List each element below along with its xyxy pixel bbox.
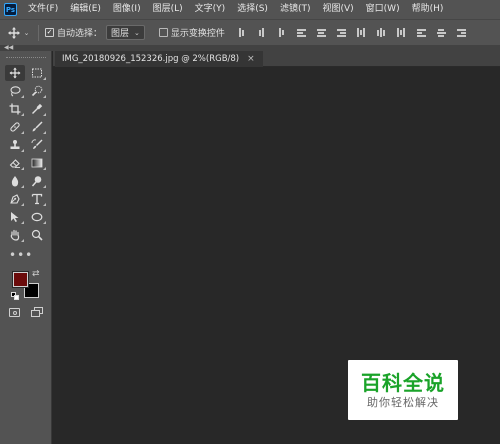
- marquee-tool-icon[interactable]: [27, 65, 47, 81]
- document-tab[interactable]: IMG_20180926_152326.jpg @ 2%(RGB/8) ×: [55, 51, 263, 67]
- blur-tool-icon[interactable]: [5, 173, 25, 189]
- clone-stamp-tool-icon[interactable]: [5, 137, 25, 153]
- foreground-color-swatch[interactable]: [12, 271, 29, 288]
- chevron-down-icon: ⌄: [134, 28, 140, 37]
- screen-mode-icon[interactable]: [31, 307, 44, 318]
- crop-tool-icon[interactable]: [5, 101, 25, 117]
- brush-tool-icon[interactable]: [27, 119, 47, 135]
- menu-bar: Ps 文件(F) 编辑(E) 图像(I) 图层(L) 文字(Y) 选择(S) 滤…: [0, 0, 500, 19]
- distribute-top-icon[interactable]: [357, 28, 366, 38]
- distribute-bottom-icon[interactable]: [397, 28, 406, 38]
- move-tool-icon[interactable]: [5, 65, 25, 81]
- path-select-tool-icon[interactable]: [5, 209, 25, 225]
- menu-select[interactable]: 选择(S): [231, 0, 274, 19]
- align-right-icon[interactable]: [336, 28, 346, 38]
- distribute-vcenter-icon[interactable]: [377, 28, 386, 38]
- distribute-right-icon[interactable]: [456, 28, 466, 38]
- collapse-arrows-icon[interactable]: ◀◀: [4, 44, 13, 51]
- distribute-hcenter-icon[interactable]: [436, 28, 446, 38]
- document-tab-title: IMG_20180926_152326.jpg @ 2%(RGB/8): [62, 54, 240, 64]
- move-icon: [7, 26, 20, 39]
- panel-grip[interactable]: [6, 57, 46, 59]
- photoshop-logo-icon[interactable]: Ps: [4, 3, 17, 16]
- show-transform-label: 显示变换控件: [170, 29, 225, 39]
- auto-select-label: 自动选择：: [57, 29, 103, 39]
- align-buttons: [237, 28, 477, 38]
- eraser-tool-icon[interactable]: [5, 155, 25, 171]
- auto-select-target-value: 图层: [111, 29, 130, 39]
- hand-tool-icon[interactable]: [5, 227, 25, 243]
- menu-type[interactable]: 文字(Y): [189, 0, 232, 19]
- show-transform-checkbox[interactable]: [158, 28, 168, 37]
- swap-colors-icon[interactable]: ⇄: [32, 269, 40, 279]
- menu-layer[interactable]: 图层(L): [147, 0, 189, 19]
- chevron-down-icon: ⌄: [23, 28, 30, 37]
- quick-select-tool-icon[interactable]: [27, 83, 47, 99]
- align-hcenter-icon[interactable]: [316, 28, 326, 38]
- healing-brush-tool-icon[interactable]: [5, 119, 25, 135]
- separator: [38, 24, 39, 41]
- pen-tool-icon[interactable]: [5, 191, 25, 207]
- eyedropper-tool-icon[interactable]: [27, 101, 47, 117]
- menu-window[interactable]: 窗口(W): [360, 0, 406, 19]
- options-bar: ⌄ ✓ 自动选择： 图层 ⌄ 显示变换控件: [0, 19, 500, 45]
- auto-select-target-dropdown[interactable]: 图层 ⌄: [106, 25, 145, 40]
- menu-help[interactable]: 帮助(H): [406, 0, 450, 19]
- menu-view[interactable]: 视图(V): [316, 0, 359, 19]
- align-bottom-icon[interactable]: [277, 28, 286, 38]
- ellipse-tool-icon[interactable]: [27, 209, 47, 225]
- align-vcenter-icon[interactable]: [257, 28, 266, 38]
- align-top-icon[interactable]: [237, 28, 246, 38]
- watermark-subtitle: 助你轻松解决: [367, 395, 439, 409]
- dodge-tool-icon[interactable]: [27, 173, 47, 189]
- watermark-title: 百科全说: [361, 370, 445, 395]
- menu-edit[interactable]: 编辑(E): [64, 0, 107, 19]
- gradient-tool-icon[interactable]: [27, 155, 47, 171]
- menu-image[interactable]: 图像(I): [107, 0, 147, 19]
- watermark: 百科全说 助你轻松解决: [348, 360, 458, 420]
- lasso-tool-icon[interactable]: [5, 83, 25, 99]
- close-icon[interactable]: ×: [247, 51, 255, 67]
- type-tool-icon[interactable]: [27, 191, 47, 207]
- tools-panel: ••• ⇄: [0, 51, 52, 444]
- document-tab-strip: IMG_20180926_152326.jpg @ 2%(RGB/8) ×: [53, 51, 500, 67]
- history-brush-tool-icon[interactable]: [27, 137, 47, 153]
- default-colors-icon[interactable]: [11, 292, 19, 300]
- menu-file[interactable]: 文件(F): [22, 0, 64, 19]
- auto-select-checkbox[interactable]: ✓: [45, 28, 54, 37]
- tool-preset-picker[interactable]: ⌄: [4, 26, 32, 40]
- edit-toolbar-more-icon[interactable]: •••: [9, 249, 33, 261]
- align-left-icon[interactable]: [296, 28, 306, 38]
- quick-mask-icon[interactable]: [9, 308, 20, 317]
- menu-filter[interactable]: 滤镜(T): [274, 0, 317, 19]
- zoom-tool-icon[interactable]: [27, 227, 47, 243]
- distribute-left-icon[interactable]: [416, 28, 426, 38]
